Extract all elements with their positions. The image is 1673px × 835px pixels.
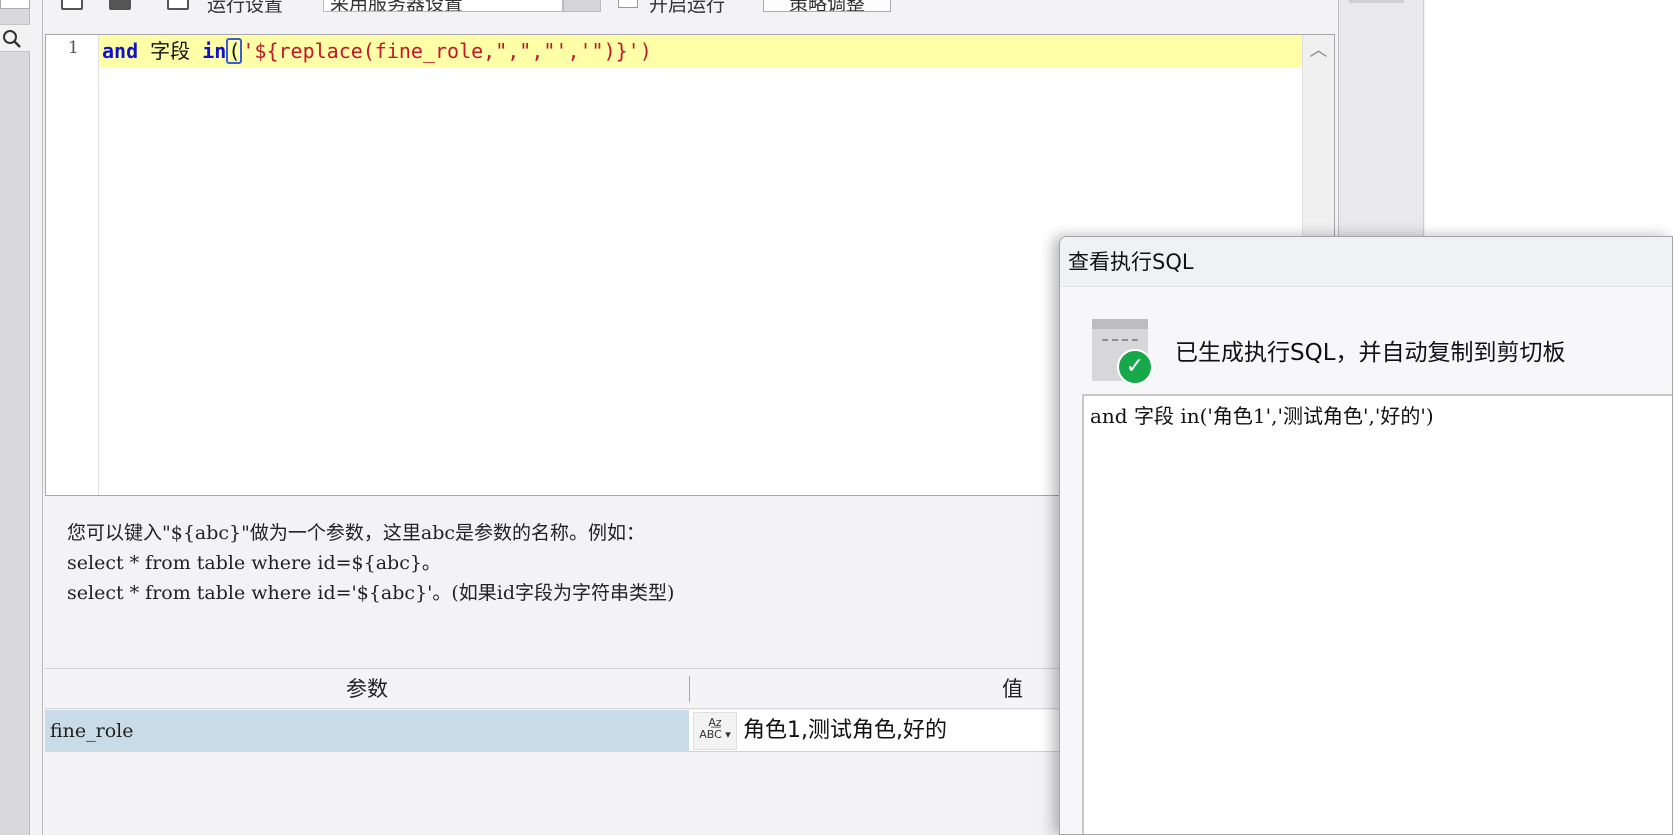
type-icon-label: ABC — [699, 728, 722, 741]
checkmark-icon: ✓ — [1117, 349, 1153, 385]
keyword-and: and — [102, 39, 139, 63]
generated-sql-text: and 字段 in('角色1','测试角色','好的') — [1090, 404, 1434, 428]
search-button[interactable] — [0, 24, 30, 52]
code-line[interactable]: and 字段 in('${replace(fine_role,",","','"… — [102, 35, 652, 67]
line-gutter: 1 — [46, 35, 99, 495]
column-header-param[interactable]: 参数 — [45, 669, 689, 709]
strategy-button[interactable]: 策略调整 — [763, 0, 891, 12]
save-icon[interactable] — [109, 0, 131, 10]
document-icon-dash — [1102, 339, 1138, 341]
param-value-cell[interactable]: 角色1,测试角色,好的 — [743, 710, 947, 752]
execute-sql-dialog: 查看执行SQL ✓ 已生成执行SQL，并自动复制到剪切板 and 字段 in('… — [1059, 236, 1673, 835]
enable-run-checkbox[interactable] — [618, 0, 638, 8]
close-paren: ) — [639, 39, 652, 63]
chevron-down-icon[interactable] — [563, 0, 601, 12]
keyword-in: in — [202, 39, 227, 63]
generated-sql-textarea[interactable]: and 字段 in('角色1','测试角色','好的') — [1082, 394, 1672, 834]
enable-run-label: 开启运行 — [649, 0, 726, 14]
dialog-message: 已生成执行SQL，并自动复制到剪切板 — [1175, 340, 1566, 366]
run-settings-label: 运行设置 — [207, 0, 284, 14]
hint-line-1: 您可以键入"${abc}"做为一个参数，这里abc是参数的名称。例如： — [67, 522, 646, 544]
left-panel — [0, 0, 30, 835]
document-icon-top — [1092, 319, 1148, 329]
hint-line-3: select * from table where id='${abc}'。(如… — [67, 582, 675, 604]
side-tab[interactable] — [1349, 0, 1404, 3]
server-settings-select[interactable]: 采用服务器设置 — [323, 0, 563, 12]
hint-line-2: select * from table where id=${abc}。 — [67, 552, 441, 574]
string-literal: '${replace(fine_role,",","','")}' — [242, 39, 640, 63]
matched-paren: ( — [226, 38, 243, 64]
parameter-hint: 您可以键入"${abc}"做为一个参数，这里abc是参数的名称。例如： selec… — [67, 518, 674, 608]
param-name-cell[interactable]: fine_role — [45, 710, 689, 752]
line-number: 1 — [68, 38, 79, 58]
dialog-title: 查看执行SQL — [1060, 237, 1672, 287]
scroll-up-icon[interactable]: ︿ — [1303, 35, 1334, 67]
preview-icon[interactable] — [61, 0, 83, 10]
field-name: 字段 — [138, 39, 203, 63]
text-type-icon[interactable]: A͟z ABC ▾ — [693, 712, 737, 750]
search-icon — [3, 30, 21, 48]
app-window: 运行设置 采用服务器设置 开启运行 策略调整 1 and 字段 in('${re… — [0, 0, 1673, 835]
sql-success-icon: ✓ — [1092, 319, 1153, 385]
left-input-box[interactable] — [0, 0, 30, 9]
toolbar: 运行设置 采用服务器设置 开启运行 策略调整 — [43, 0, 1340, 14]
run-settings-icon[interactable] — [167, 0, 189, 10]
